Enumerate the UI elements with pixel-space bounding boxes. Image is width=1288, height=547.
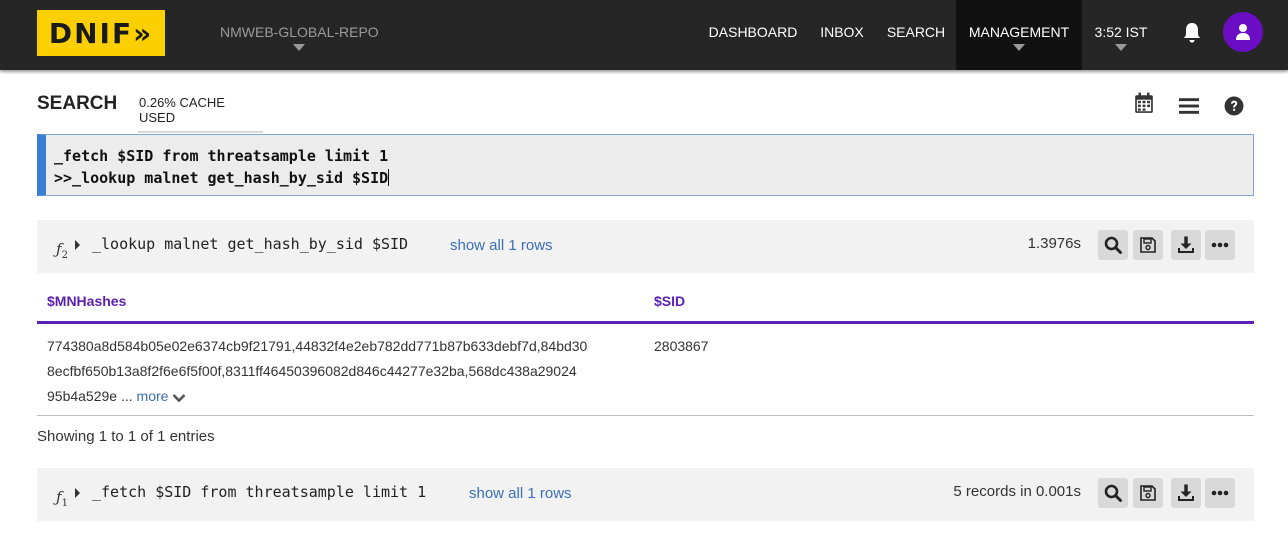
chevron-down-icon	[1115, 44, 1127, 51]
column-header-sid[interactable]: $SID	[654, 293, 685, 309]
table-cell-hashes: 774380a8d584b05e02e6374cb9f21791,44832f4…	[47, 334, 587, 409]
ellipsis-icon	[1211, 242, 1229, 248]
result-timing: 1.3976s	[1027, 235, 1081, 252]
expand-triangle-icon[interactable]	[75, 240, 80, 250]
nav-dashboard[interactable]: DASHBOARD	[698, 0, 808, 70]
function-label: ƒ2	[56, 240, 68, 261]
function-label: ƒ1	[56, 488, 68, 509]
download-button[interactable]	[1171, 478, 1201, 508]
column-header-mnhashes[interactable]: $MNHashes	[47, 293, 126, 309]
search-icon	[1104, 236, 1122, 254]
result-command: _fetch $SID from threatsample limit 1	[92, 483, 427, 501]
hash-line: 774380a8d584b05e02e6374cb9f21791,44832f4…	[47, 338, 588, 354]
query-line-2: >>_lookup malnet get_hash_by_sid $SID	[54, 169, 389, 187]
result-command: _lookup malnet get_hash_by_sid $SID	[92, 235, 409, 253]
download-icon	[1178, 236, 1194, 253]
user-icon	[1236, 24, 1250, 40]
list-icon[interactable]	[1179, 95, 1199, 117]
calendar-icon[interactable]	[1134, 92, 1154, 114]
dnif-logo[interactable]: DNIF»	[37, 10, 165, 56]
show-all-rows-link[interactable]: show all 1 rows	[450, 237, 553, 254]
ellipsis-icon	[1211, 490, 1229, 496]
save-button[interactable]	[1133, 478, 1163, 508]
result-panel-header[interactable]: ƒ2 _lookup malnet get_hash_by_sid $SID s…	[37, 220, 1254, 273]
hash-line: 95b4a529e	[47, 388, 118, 404]
more-options-button[interactable]	[1205, 478, 1235, 508]
expand-triangle-icon[interactable]	[75, 488, 80, 498]
top-navigation-bar: DNIF» NMWEB-GLOBAL-REPO DASHBOARD INBOX …	[0, 0, 1288, 70]
time-label: 3:52 IST	[1094, 24, 1148, 40]
nav-inbox[interactable]: INBOX	[808, 0, 876, 70]
chevron-down-icon	[1013, 44, 1025, 51]
more-label: more	[136, 388, 169, 404]
page-title: SEARCH	[37, 93, 118, 114]
more-link[interactable]: more	[137, 388, 187, 404]
result-timing: 5 records in 0.001s	[953, 483, 1081, 500]
repo-selector-label[interactable]: NMWEB-GLOBAL-REPO	[220, 24, 379, 40]
show-all-rows-link[interactable]: show all 1 rows	[469, 485, 572, 502]
nav-management-label: MANAGEMENT	[968, 24, 1070, 40]
search-icon	[1104, 484, 1122, 502]
more-options-button[interactable]	[1205, 230, 1235, 260]
repo-caret-icon[interactable]	[293, 44, 305, 51]
result-panel-header[interactable]: ƒ1 _fetch $SID from threatsample limit 1…	[37, 468, 1254, 521]
row-divider	[37, 415, 1254, 416]
download-button[interactable]	[1171, 230, 1201, 260]
save-icon	[1140, 485, 1156, 501]
nav-management[interactable]: MANAGEMENT	[956, 0, 1082, 70]
table-entries-info: Showing 1 to 1 of 1 entries	[37, 428, 215, 445]
download-icon	[1178, 484, 1194, 501]
chevron-down-icon	[172, 394, 186, 403]
time-selector[interactable]: 3:52 IST	[1082, 0, 1160, 70]
query-editor[interactable]: _fetch $SID from threatsample limit 1 >>…	[37, 134, 1254, 196]
search-button[interactable]	[1098, 478, 1128, 508]
search-button[interactable]	[1098, 230, 1128, 260]
query-line-1: _fetch $SID from threatsample limit 1	[54, 147, 389, 165]
hash-line: 8ecfbf650b13a8f2f6e6f5f00f,8311ff4645039…	[47, 363, 577, 379]
header-divider	[37, 321, 1254, 324]
text-cursor	[388, 169, 390, 186]
user-avatar[interactable]	[1223, 12, 1263, 52]
help-icon[interactable]	[1224, 95, 1244, 117]
cache-usage-indicator: 0.26% CACHE USED	[138, 95, 263, 133]
bell-icon[interactable]	[1182, 22, 1202, 44]
ellipsis-text: ...	[117, 388, 137, 404]
save-icon	[1140, 237, 1156, 253]
save-button[interactable]	[1133, 230, 1163, 260]
nav-search[interactable]: SEARCH	[876, 0, 956, 70]
table-cell-sid: 2803867	[654, 338, 709, 354]
